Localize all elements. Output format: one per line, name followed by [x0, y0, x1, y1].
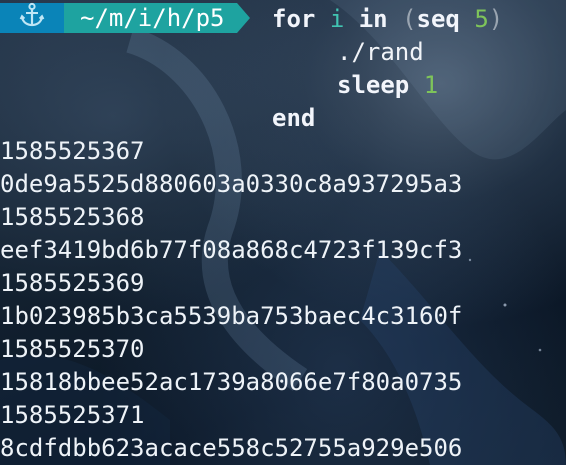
command-line-4[interactable]: end: [272, 102, 315, 135]
output-line: 8cdfdbb623acace558c52755a929e506: [0, 434, 463, 462]
terminal-window[interactable]: ~/m/i/h/p5 for i in (seq 5) ./rand sleep…: [0, 0, 566, 465]
sleep-command: sleep: [337, 71, 410, 99]
output-line: 0de9a5525d880603a0330c8a937295a3: [0, 170, 463, 198]
seq-argument: 5: [474, 5, 489, 33]
prompt-arrow: [236, 3, 250, 33]
output-line: 1585525370: [0, 335, 145, 363]
keyword-for: for: [272, 5, 316, 33]
keyword-in: in: [358, 5, 388, 33]
output-line: 1585525367: [0, 137, 145, 165]
loop-variable: i: [329, 5, 345, 33]
output-line: 1585525371: [0, 401, 145, 429]
command-line-1[interactable]: for i in (seq 5): [272, 3, 503, 36]
prompt-path: ~/m/i/h/p5: [64, 3, 237, 33]
open-paren: (: [402, 5, 417, 33]
sleep-argument: 1: [423, 71, 439, 99]
anchor-icon: [19, 2, 45, 34]
output-line: eef3419bd6b77f08a868c4723f139cf3: [0, 236, 463, 264]
output-line: 1b023985b3ca5539ba753baec4c3160f: [0, 302, 463, 330]
close-paren: ): [488, 5, 504, 33]
output-line: 1585525369: [0, 269, 145, 297]
prompt-anchor-segment: [0, 2, 64, 34]
output-line: 15818bbee52ac1739a8066e7f80a0735: [0, 368, 463, 396]
seq-command: seq: [416, 5, 460, 33]
shell-prompt: ~/m/i/h/p5: [0, 2, 250, 34]
output-line: 1585525368: [0, 203, 145, 231]
command-line-3[interactable]: sleep 1: [337, 69, 438, 102]
command-line-2[interactable]: ./rand: [337, 36, 424, 69]
